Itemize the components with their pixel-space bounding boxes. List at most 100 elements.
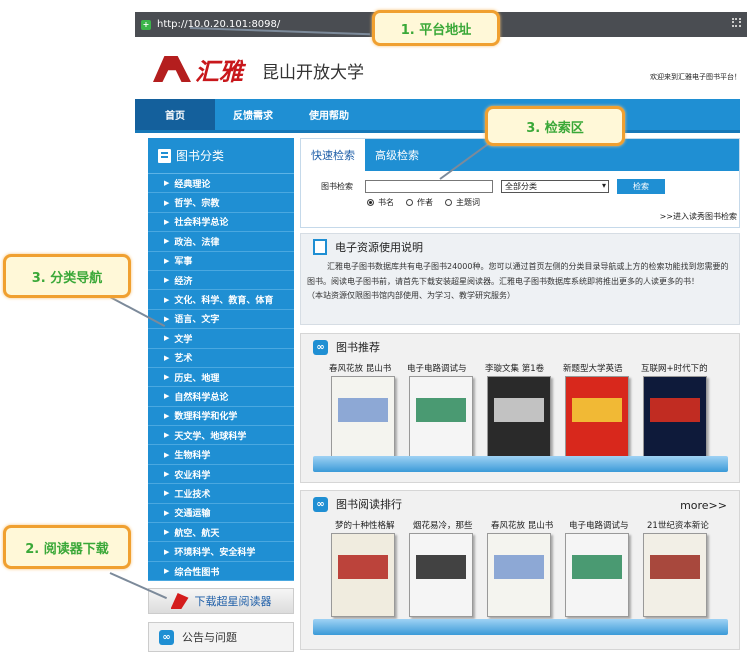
chevron-right-icon: ▶	[164, 198, 170, 207]
chevron-right-icon: ▶	[164, 237, 170, 246]
download-label: 下载超星阅读器	[194, 595, 272, 608]
sidebar-item-1[interactable]: ▶ 哲学、宗教	[148, 193, 294, 213]
sidebar-item-2[interactable]: ▶ 社会科学总论	[148, 213, 294, 233]
ranking-shelf: ∞ 图书阅读排行 more>> 梦的十种性格解 烟花易冷，那些 春风花放 昆山书 电子电…	[300, 490, 740, 650]
site-header: 汇雅 昆山开放大学 欢迎来到汇雅电子图书平台！	[135, 40, 747, 98]
book-title-2[interactable]: 李璇文集 第1卷	[485, 362, 563, 374]
callout-reader-download: 2. 阅读器下载	[3, 525, 131, 569]
book-title-4[interactable]: 互联网+时代下的	[641, 362, 719, 374]
book-cover-2[interactable]	[487, 376, 551, 460]
chevron-right-icon: ▶	[164, 373, 170, 382]
search-input[interactable]	[365, 180, 493, 193]
sidebar-item-20[interactable]: ▶ 综合性图书	[148, 562, 294, 582]
secure-shield-icon: +	[141, 19, 151, 30]
callout-search-area: 3. 检索区	[485, 106, 625, 146]
sidebar-item-16[interactable]: ▶ 工业技术	[148, 484, 294, 504]
info-panel: 电子资源使用说明 汇雅电子图书数据库共有电子图书24000种。您可以通过首页左侧…	[300, 233, 740, 325]
tab-advanced-search[interactable]: 高级检索	[365, 139, 429, 171]
sidebar-item-18[interactable]: ▶ 航空、航天	[148, 523, 294, 543]
book-title-0[interactable]: 梦的十种性格解	[335, 519, 413, 531]
duxiu-search-link[interactable]: >>进入读秀图书检索	[660, 211, 737, 222]
sidebar-item-8[interactable]: ▶ 文学	[148, 329, 294, 349]
notice-panel[interactable]: ∞ 公告与问题	[148, 622, 294, 652]
sidebar-item-15[interactable]: ▶ 农业科学	[148, 465, 294, 485]
chevron-right-icon: ▶	[164, 411, 170, 420]
link-icon: ∞	[159, 629, 174, 645]
chevron-right-icon: ▶	[164, 508, 170, 517]
chevron-right-icon: ▶	[164, 528, 170, 537]
school-name: 昆山开放大学	[262, 63, 364, 83]
category-sidebar: 图书分类 ▶ 经典理论 ▶ 哲学、宗教 ▶ 社会科学总论 ▶ 政治、法律 ▶ 军事 ▶ 经济 ▶ 文化、科…	[148, 138, 294, 582]
book-title-1[interactable]: 烟花易冷，那些	[413, 519, 491, 531]
ranking-title: 图书阅读排行	[336, 498, 402, 511]
chevron-right-icon: ▶	[164, 489, 170, 498]
book-title-4[interactable]: 21世纪资本新论	[647, 519, 725, 531]
radio-subject[interactable]: 主题词	[445, 197, 480, 208]
book-cover-1[interactable]	[409, 376, 473, 460]
sidebar-header: 图书分类	[148, 138, 294, 174]
sidebar-item-5[interactable]: ▶ 经济	[148, 271, 294, 291]
sidebar-item-19[interactable]: ▶ 环境科学、安全科学	[148, 542, 294, 562]
sidebar-item-7[interactable]: ▶ 语言、文字	[148, 310, 294, 330]
chevron-right-icon: ▶	[164, 392, 170, 401]
chevron-right-icon: ▶	[164, 217, 170, 226]
chevron-right-icon: ▶	[164, 276, 170, 285]
book-cover-2[interactable]	[487, 533, 551, 617]
recommend-title: 图书推荐	[336, 341, 380, 354]
book-cover-3[interactable]	[565, 376, 629, 460]
welcome-text: 欢迎来到汇雅电子图书平台！	[650, 73, 741, 81]
radio-title[interactable]: 书名	[367, 197, 394, 208]
sidebar-item-13[interactable]: ▶ 天文学、地球科学	[148, 426, 294, 446]
sidebar-item-9[interactable]: ▶ 艺术	[148, 349, 294, 368]
book-cover-3[interactable]	[565, 533, 629, 617]
notice-title: 公告与问题	[182, 631, 237, 644]
chevron-right-icon: ▶	[164, 470, 170, 479]
book-title-1[interactable]: 电子电路调试与	[407, 362, 485, 374]
book-cover-4[interactable]	[643, 376, 707, 460]
chevron-right-icon: ▶	[164, 353, 170, 362]
book-title-3[interactable]: 新题型大学英语	[563, 362, 641, 374]
info-body: 汇雅电子图书数据库共有电子图书24000种。您可以通过首页左侧的分类目录导航或上…	[307, 262, 729, 286]
info-note: （本站资源仅限图书馆内部使用、为学习、教学研究服务）	[307, 291, 515, 300]
sidebar-item-6[interactable]: ▶ 文化、科学、教育、体育	[148, 290, 294, 310]
recommend-shelf: ∞ 图书推荐 春风花放 昆山书 电子电路调试与 李璇文集 第1卷 新题型大学英语 互联网+…	[300, 333, 740, 483]
book-title-2[interactable]: 春风花放 昆山书	[491, 519, 569, 531]
book-cover-1[interactable]	[409, 533, 473, 617]
book-cover-0[interactable]	[331, 376, 395, 460]
category-select[interactable]: 全部分类	[501, 180, 609, 193]
chevron-right-icon: ▶	[164, 450, 170, 459]
book-cover-4[interactable]	[643, 533, 707, 617]
logo-mark-icon	[153, 56, 191, 82]
sidebar-item-12[interactable]: ▶ 数理科学和化学	[148, 407, 294, 427]
more-link[interactable]: more>>	[680, 499, 727, 512]
sidebar-item-11[interactable]: ▶ 自然科学总论	[148, 387, 294, 407]
download-reader-button[interactable]: 下载超星阅读器	[148, 588, 294, 614]
radio-author[interactable]: 作者	[406, 197, 433, 208]
search-label: 图书检索	[321, 182, 353, 191]
nav-feedback[interactable]: 反馈需求	[215, 99, 291, 130]
link-icon: ∞	[313, 496, 328, 512]
book-title-3[interactable]: 电子电路调试与	[569, 519, 647, 531]
sidebar-item-4[interactable]: ▶ 军事	[148, 252, 294, 271]
callout-platform-address: 1. 平台地址	[372, 10, 500, 46]
qr-code-icon[interactable]	[732, 18, 741, 27]
chevron-right-icon: ▶	[164, 334, 170, 343]
book-cover-0[interactable]	[331, 533, 395, 617]
tab-quick-search[interactable]: 快速检索	[301, 139, 365, 171]
search-button[interactable]: 检索	[617, 179, 665, 194]
shelf-board	[313, 456, 728, 472]
sidebar-item-14[interactable]: ▶ 生物科学	[148, 445, 294, 465]
chevron-right-icon: ▶	[164, 431, 170, 440]
document-icon	[313, 239, 327, 255]
info-title: 电子资源使用说明	[335, 241, 423, 254]
sidebar-item-0[interactable]: ▶ 经典理论	[148, 174, 294, 194]
shelf-board	[313, 619, 728, 635]
sidebar-item-3[interactable]: ▶ 政治、法律	[148, 232, 294, 252]
nav-help[interactable]: 使用帮助	[291, 99, 367, 130]
sidebar-item-17[interactable]: ▶ 交通运输	[148, 504, 294, 524]
book-icon	[158, 148, 171, 163]
sidebar-item-10[interactable]: ▶ 历史、地理	[148, 368, 294, 388]
nav-home[interactable]: 首页	[135, 99, 215, 130]
book-title-0[interactable]: 春风花放 昆山书	[329, 362, 407, 374]
chevron-right-icon: ▶	[164, 547, 170, 556]
